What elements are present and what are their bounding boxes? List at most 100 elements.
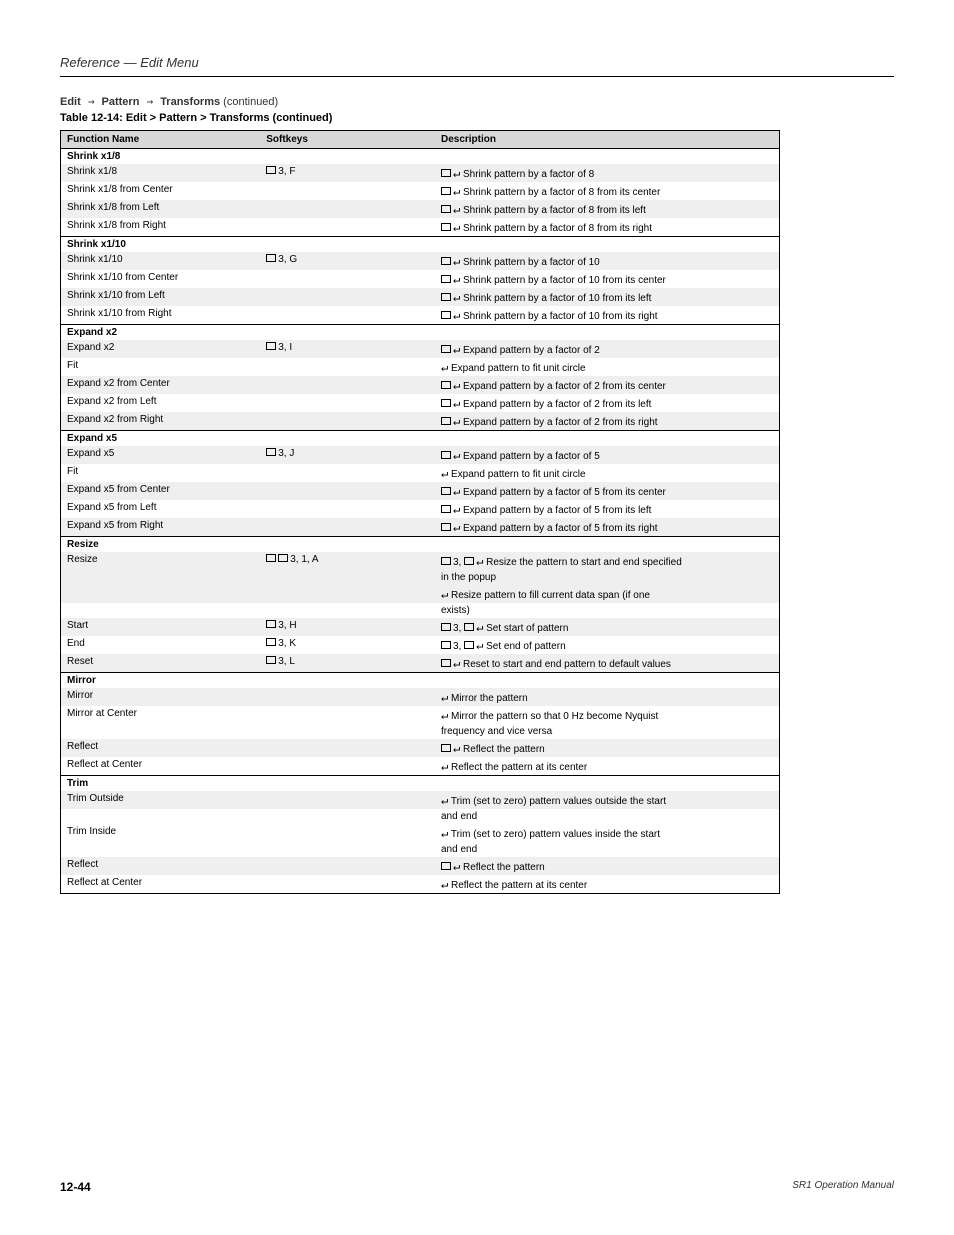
desc-text: Mirror the pattern bbox=[451, 693, 528, 704]
desc-text: Shrink pattern by a factor of 8 from its… bbox=[463, 205, 646, 216]
cell-desc: ↵ Expand pattern by a factor of 5 bbox=[435, 446, 780, 464]
desc-text-a: 3, bbox=[453, 557, 464, 568]
desc-text: Shrink pattern by a factor of 8 from its… bbox=[463, 187, 660, 198]
cell-sk: 3, F bbox=[260, 164, 435, 182]
desc-text: Shrink pattern by a factor of 8 bbox=[463, 169, 594, 180]
cell-name: Expand x5 bbox=[61, 446, 261, 464]
table-row: frequency and vice versa bbox=[61, 724, 780, 739]
cell-name: Trim Inside bbox=[61, 824, 261, 842]
chapter-heading: Reference — Edit Menu bbox=[60, 55, 894, 70]
box-icon bbox=[266, 638, 276, 646]
cell-desc-extra: frequency and vice versa bbox=[435, 724, 780, 739]
cell-sk: 3, J bbox=[260, 446, 435, 464]
desc-text: Expand pattern by a factor of 2 bbox=[463, 345, 600, 356]
cell-desc: ↵ Shrink pattern by a factor of 8 bbox=[435, 164, 780, 182]
desc-text: Shrink pattern by a factor of 10 from it… bbox=[463, 275, 666, 286]
box-icon bbox=[441, 557, 451, 565]
cell-desc: ↵ Expand pattern by a factor of 2 from i… bbox=[435, 412, 780, 431]
table-row: Expand x5 from Center ↵ Expand pattern b… bbox=[61, 482, 780, 500]
table-row: Shrink x1/10 from Center ↵ Shrink patter… bbox=[61, 270, 780, 288]
cell-desc-extra: and end bbox=[435, 842, 780, 857]
desc-text: Shrink pattern by a factor of 10 from it… bbox=[463, 293, 651, 304]
enter-icon: ↵ bbox=[453, 448, 460, 462]
box-icon bbox=[441, 641, 451, 649]
table-row: Fit ↵ Expand pattern to fit unit circle bbox=[61, 358, 780, 376]
box-icon bbox=[464, 641, 474, 649]
cell-name: Shrink x1/8 from Right bbox=[61, 218, 261, 237]
table-row: Reset 3, L ↵ Reset to start and end patt… bbox=[61, 654, 780, 673]
cell-name: End bbox=[61, 636, 261, 654]
table-row: Reflect at Center ↵ Reflect the pattern … bbox=[61, 757, 780, 776]
table-title-label: Table 12-14: bbox=[60, 112, 126, 124]
box-icon bbox=[266, 620, 276, 628]
desc-text: Mirror the pattern so that 0 Hz become N… bbox=[451, 711, 658, 722]
table-row: Shrink x1/10 from Left ↵ Shrink pattern … bbox=[61, 288, 780, 306]
col-header-sk: Softkeys bbox=[260, 131, 435, 149]
cell-sk: 3, K bbox=[260, 636, 435, 654]
desc-text: Expand pattern by a factor of 2 from its… bbox=[463, 381, 666, 392]
table-row: in the popup bbox=[61, 570, 780, 585]
sk-text: 3, J bbox=[278, 448, 294, 459]
table-title: Table 12-14: Edit > Pattern > Transforms… bbox=[60, 112, 894, 124]
cell-sk: 3, H bbox=[260, 618, 435, 636]
box-icon bbox=[441, 451, 451, 459]
cell-desc: 3, ↵ Set end of pattern bbox=[435, 636, 780, 654]
box-icon bbox=[441, 257, 451, 265]
sk-text: 3, G bbox=[278, 254, 297, 265]
table-row: Mirror ↵ Mirror the pattern bbox=[61, 688, 780, 706]
section-trim: Trim bbox=[61, 776, 780, 792]
enter-icon: ↵ bbox=[453, 220, 460, 234]
table-row: ↵ Resize pattern to fill current data sp… bbox=[61, 585, 780, 603]
enter-icon: ↵ bbox=[476, 638, 483, 652]
table-row: Shrink x1/8 from Right ↵ Shrink pattern … bbox=[61, 218, 780, 237]
cell-desc: ↵ Reflect the pattern bbox=[435, 857, 780, 875]
cell-desc: ↵ Shrink pattern by a factor of 10 from … bbox=[435, 288, 780, 306]
enter-icon: ↵ bbox=[453, 520, 460, 534]
desc-text: Expand pattern by a factor of 2 from its… bbox=[463, 417, 658, 428]
cell-desc: ↵ Trim (set to zero) pattern values outs… bbox=[435, 791, 780, 809]
box-icon bbox=[441, 293, 451, 301]
cell-name: Expand x2 from Right bbox=[61, 412, 261, 431]
enter-icon: ↵ bbox=[453, 202, 460, 216]
box-icon bbox=[441, 417, 451, 425]
table-row: Expand x2 from Center ↵ Expand pattern b… bbox=[61, 376, 780, 394]
desc-text: Shrink pattern by a factor of 8 from its… bbox=[463, 223, 652, 234]
table-row: Expand x5 from Left ↵ Expand pattern by … bbox=[61, 500, 780, 518]
box-icon bbox=[441, 523, 451, 531]
crumb-a: Edit bbox=[60, 96, 81, 108]
section-expand5: Expand x5 bbox=[61, 431, 780, 447]
box-icon bbox=[441, 744, 451, 752]
cell-desc: ↵ Shrink pattern by a factor of 8 from i… bbox=[435, 200, 780, 218]
enter-icon: ↵ bbox=[453, 378, 460, 392]
desc-text: Expand pattern by a factor of 5 bbox=[463, 451, 600, 462]
cell-desc: ↵ Expand pattern by a factor of 2 bbox=[435, 340, 780, 358]
box-icon bbox=[441, 623, 451, 631]
enter-icon: ↵ bbox=[453, 741, 460, 755]
cell-desc: ↵ Shrink pattern by a factor of 10 from … bbox=[435, 270, 780, 288]
desc-text: Expand pattern to fit unit circle bbox=[451, 469, 586, 480]
box-icon bbox=[441, 187, 451, 195]
cell-desc: ↵ Expand pattern by a factor of 2 from i… bbox=[435, 394, 780, 412]
table-header-row: Function Name Softkeys Description bbox=[61, 131, 780, 149]
crumb-cont: (continued) bbox=[223, 96, 278, 108]
cell-sk: 3, L bbox=[260, 654, 435, 673]
box-icon bbox=[441, 487, 451, 495]
cell-name: Expand x2 from Left bbox=[61, 394, 261, 412]
table-row: Reflect ↵ Reflect the pattern bbox=[61, 857, 780, 875]
sk-text: 3, 1, A bbox=[290, 554, 318, 565]
section-label: Resize bbox=[61, 537, 261, 553]
desc-text-a: 3, bbox=[453, 641, 464, 652]
cell-name: Fit bbox=[61, 464, 261, 482]
cell-desc: ↵ Trim (set to zero) pattern values insi… bbox=[435, 824, 780, 842]
cell-name: Mirror bbox=[61, 688, 261, 706]
cell-name: Expand x5 from Left bbox=[61, 500, 261, 518]
box-icon bbox=[266, 448, 276, 456]
cell-name: Reset bbox=[61, 654, 261, 673]
cell-desc: ↵ Reflect the pattern at its center bbox=[435, 757, 780, 776]
sk-text: 3, H bbox=[278, 620, 296, 631]
enter-icon: ↵ bbox=[453, 656, 460, 670]
table-row: and end bbox=[61, 809, 780, 824]
cell-desc: ↵ Mirror the pattern bbox=[435, 688, 780, 706]
enter-icon: ↵ bbox=[453, 308, 460, 322]
cell-name: Shrink x1/10 from Left bbox=[61, 288, 261, 306]
